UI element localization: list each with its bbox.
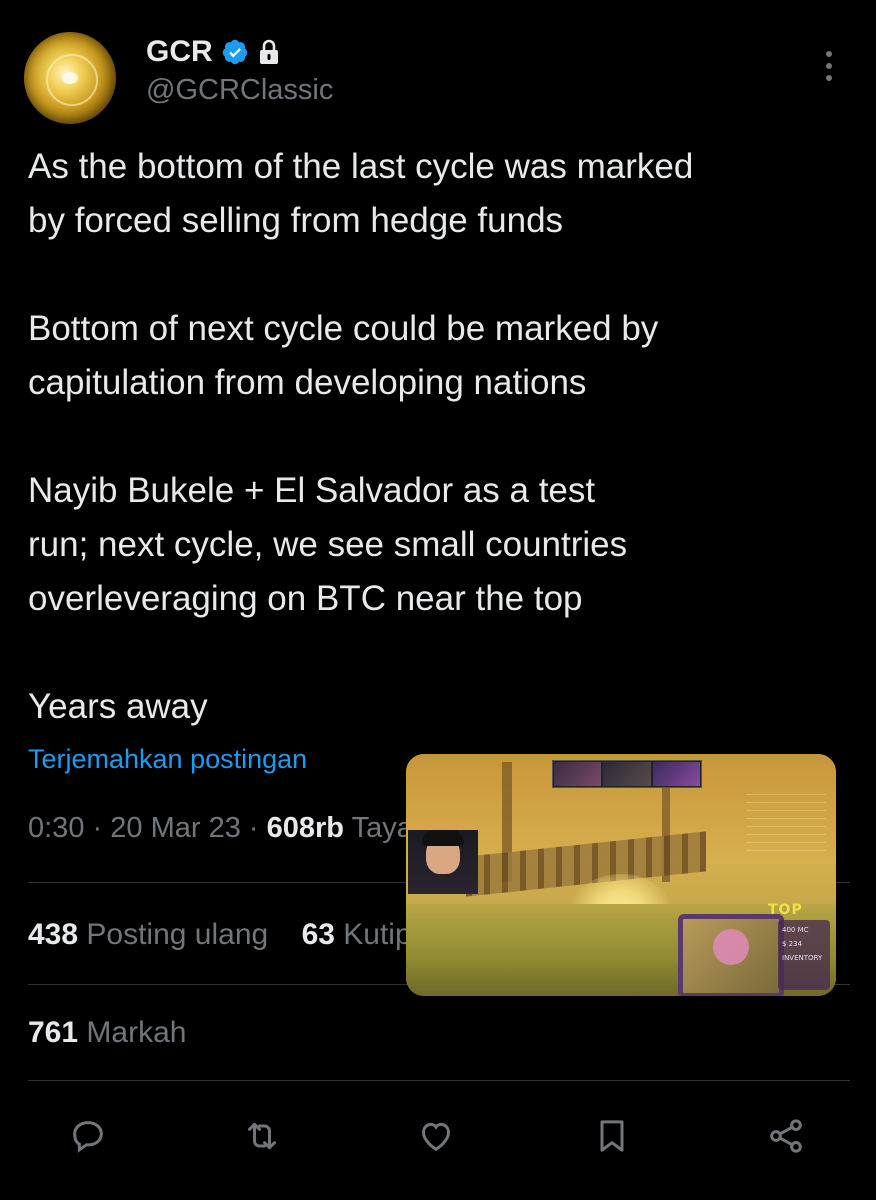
bookmark-icon[interactable] (584, 1108, 640, 1164)
tweet-line: capitulation from developing nations (28, 363, 587, 402)
share-icon[interactable] (758, 1108, 814, 1164)
translate-post-link[interactable]: Terjemahkan postingan (28, 744, 307, 775)
author-name[interactable]: GCR (146, 35, 213, 69)
author-name-row: GCR (146, 34, 281, 70)
streamer-webcam (408, 830, 478, 894)
action-bar (0, 1108, 876, 1164)
more-options-icon[interactable] (814, 46, 844, 86)
tweet-time[interactable]: 0:30 (28, 812, 84, 844)
tweet-line: Bottom of next cycle could be marked by (28, 309, 659, 348)
divider (28, 1080, 850, 1081)
tweet-line: Years away (28, 687, 208, 726)
tweet-line: overleveraging on BTC near the top (28, 579, 583, 618)
reposts-stat[interactable]: 438 Posting ulang (28, 918, 268, 951)
reply-icon[interactable] (60, 1108, 116, 1164)
game-hud-text (746, 794, 826, 854)
repost-icon[interactable] (234, 1108, 290, 1164)
video-overlay[interactable]: TOP 400 MC $ 234 INVENTORY (406, 754, 836, 996)
like-icon[interactable] (408, 1108, 464, 1164)
views-count: 608rb (266, 812, 345, 844)
author-handle[interactable]: @GCRClassic (146, 74, 333, 107)
lock-icon (257, 39, 281, 65)
stream-webcam-strip (552, 760, 702, 788)
engagement-stats-row: 438 Posting ulang 63 Kutipan (28, 918, 445, 952)
game-device-screen (678, 914, 784, 996)
inventory-panel: 400 MC $ 234 INVENTORY (778, 920, 830, 990)
tweet-date[interactable]: 20 Mar 23 (110, 812, 241, 844)
avatar[interactable] (24, 32, 116, 124)
bookmarks-stat[interactable]: 761 Markah (28, 1016, 186, 1050)
tweet-line: Nayib Bukele + El Salvador as a test (28, 471, 596, 510)
verified-badge-icon (221, 38, 249, 66)
tweet-line: As the bottom of the last cycle was mark… (28, 147, 694, 186)
tweet-line: by forced selling from hedge funds (28, 201, 564, 240)
tweet-text: As the bottom of the last cycle was mark… (28, 140, 848, 734)
tweet-line: run; next cycle, we see small countries (28, 525, 628, 564)
